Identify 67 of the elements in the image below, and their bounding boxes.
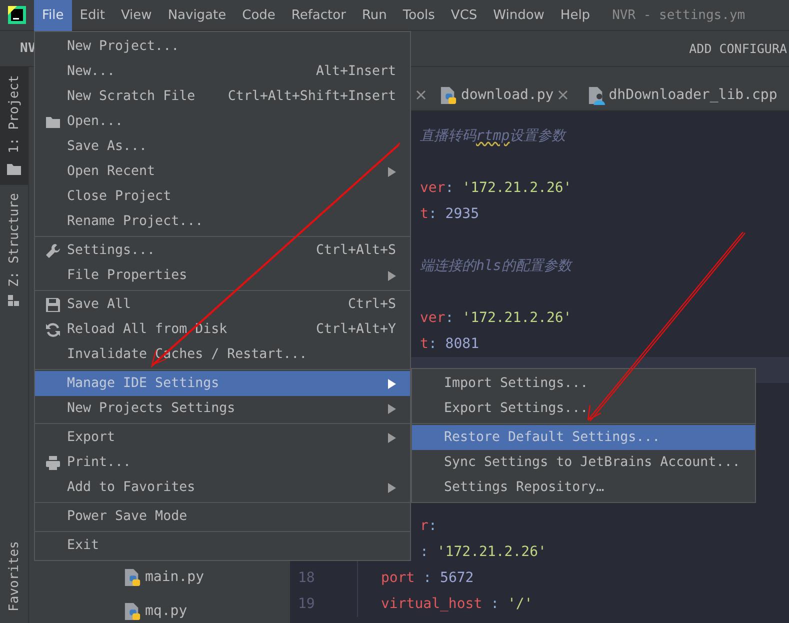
menu-bar-item[interactable]: File [34,0,72,30]
menu-bar-item[interactable]: Refactor [283,0,354,30]
menu-bar-item[interactable]: Help [552,0,598,30]
menu-item[interactable]: Restore Default Settings... [412,425,755,450]
tool-window-button[interactable]: Favorites [0,532,28,623]
menu-item[interactable]: New Project... [35,34,410,59]
menu-bar-item[interactable]: VCS [442,0,486,30]
editor-tab[interactable]: dhDownloader_lib.cpp [608,87,778,103]
reload-icon [45,322,61,338]
menu-bar-item[interactable]: Tools [394,0,443,30]
python-file-icon [440,86,457,104]
code-line: virtual_host : '/' [380,596,533,612]
menu-item[interactable]: New Scratch File Ctrl+Alt+Shift+Insert [35,84,410,109]
editor-tab[interactable]: download.py [461,87,554,103]
menu-item[interactable]: Open Recent [35,159,410,184]
tool-window-button[interactable]: 1: Project [0,67,28,186]
folder-icon [6,161,22,178]
code-line: r: [419,518,437,534]
add-configuration-button[interactable]: ADD CONFIGURA [689,33,789,64]
menu-item[interactable]: Settings Repository… [412,475,755,500]
menu-item[interactable]: Save As... [35,134,410,159]
menu-item[interactable]: Open... [35,109,410,134]
menu-bar-item[interactable]: Navigate [160,0,234,30]
menu-bar-item[interactable]: Code [234,0,284,30]
menu-item[interactable]: Power Save Mode [35,504,410,529]
tree-item[interactable]: main.py [145,569,204,585]
app-logo-icon [8,6,26,24]
line-number: 19 [298,596,315,612]
menu-item[interactable]: Add to Favorites [35,475,410,500]
menu-bar-item[interactable]: Edit [72,0,113,30]
structure-icon [8,295,20,308]
menu-item[interactable]: New... Alt+Insert [35,59,410,84]
menu-item[interactable]: Exit [35,533,410,558]
code-line: ver: '172.21.2.26' [419,180,572,196]
close-icon[interactable] [558,90,568,100]
code-line: t: 2935 [419,206,480,222]
menu-item[interactable]: Export [35,425,410,450]
tool-window-button[interactable]: Z: Structure [0,185,28,316]
menu-bar-item[interactable]: Window [485,0,552,30]
cpp-file-icon [588,86,605,104]
menu-item[interactable]: Sync Settings to JetBrains Account... [412,450,755,475]
menu-bar-item[interactable]: View [112,0,160,30]
menu-item[interactable]: Print... [35,450,410,475]
tree-item[interactable]: mq.py [145,603,188,619]
menu-item[interactable]: File Properties [35,263,410,288]
menu-item[interactable]: Manage IDE Settings [35,371,410,396]
python-file-icon [124,602,141,620]
menu-bar-item[interactable]: Run [354,0,395,30]
line-number: 18 [298,570,315,586]
menu-item[interactable]: New Projects Settings [35,396,410,421]
menu-item[interactable]: Close Project [35,184,410,209]
menu-item[interactable]: Save All Ctrl+S [35,292,410,317]
menu-item[interactable]: Import Settings... [412,371,755,396]
menu-item[interactable]: Export Settings... [412,396,755,421]
code-line: 直播转码rtmp设置参数 [419,127,566,145]
code-line: t: 8081 [419,336,480,352]
wrench-icon [45,242,61,258]
menu-item[interactable]: Settings... Ctrl+Alt+S [35,238,410,263]
code-line: 端连接的hls的配置参数 [419,257,572,275]
printer-icon [45,454,61,470]
code-line: ver: '172.21.2.26' [419,310,572,326]
window-title: NVR - settings.ym [612,8,746,22]
code-line: port : 5672 [380,570,474,586]
menu-item[interactable]: Rename Project... [35,209,410,234]
code-line: : '172.21.2.26' [419,544,546,560]
python-file-icon [124,568,141,586]
close-icon[interactable] [416,90,426,100]
